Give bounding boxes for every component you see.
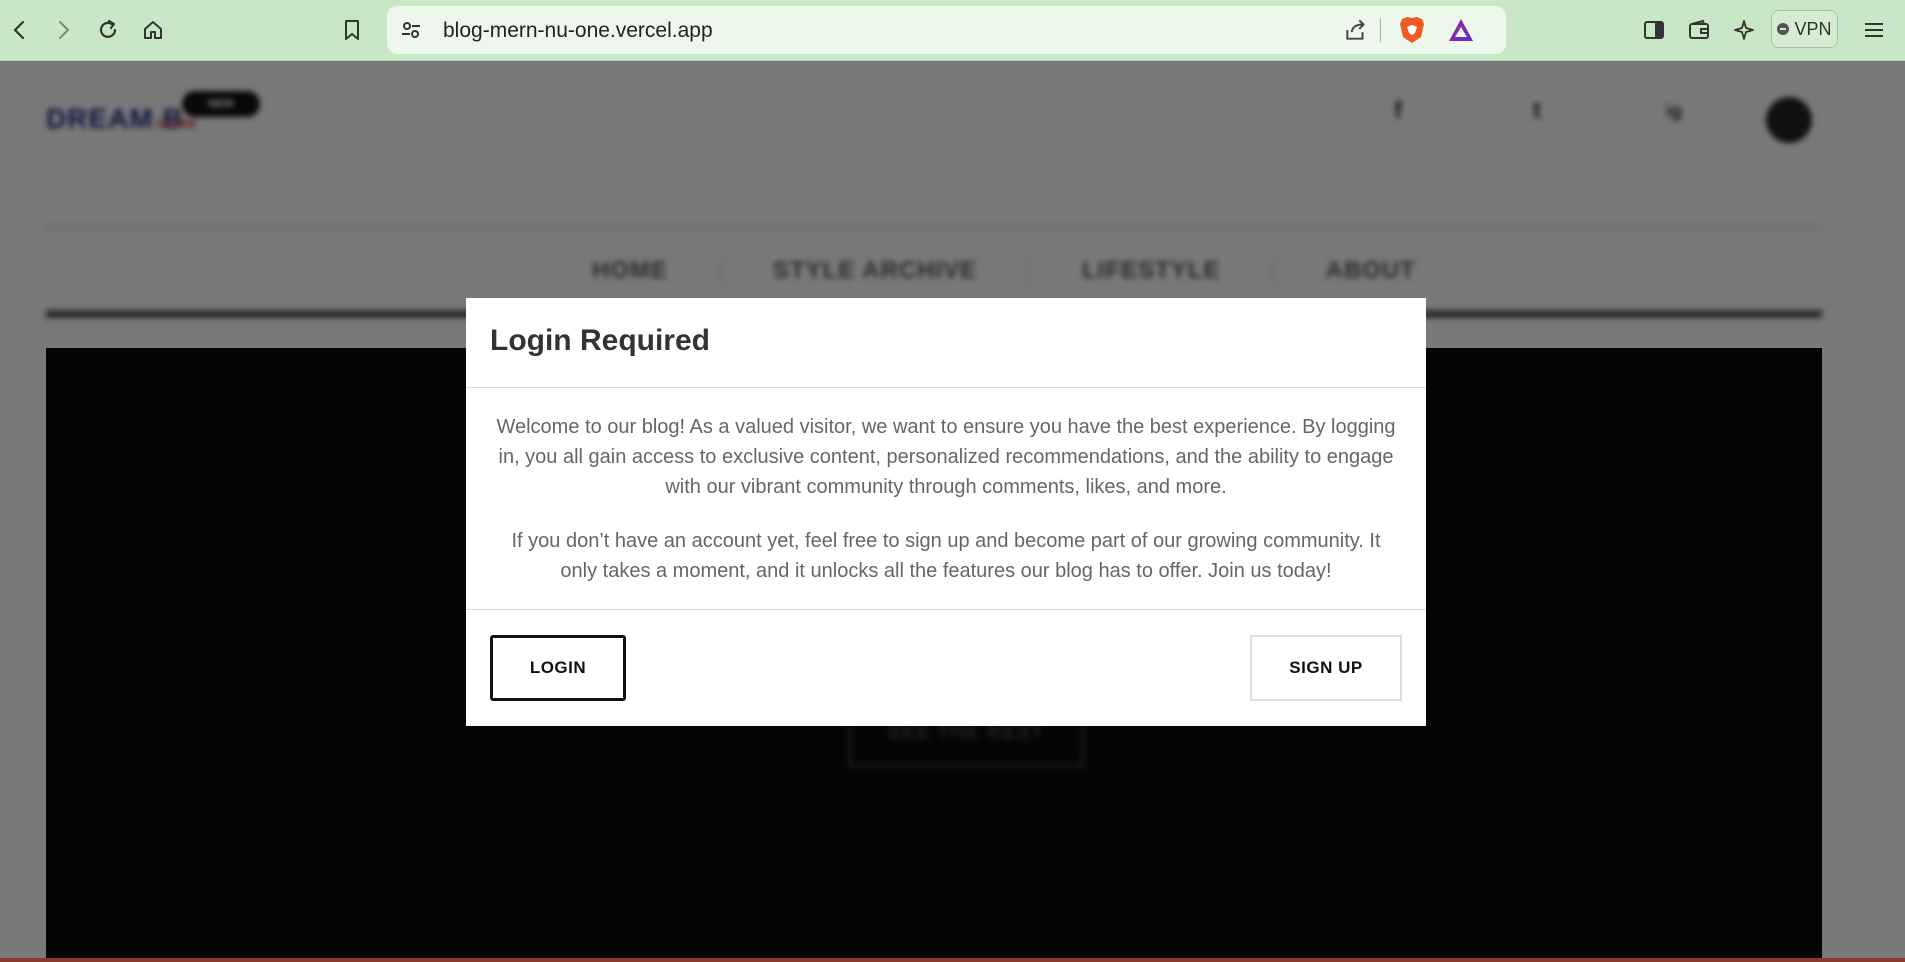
share-icon[interactable]: [1343, 17, 1369, 43]
vpn-button[interactable]: VPN: [1771, 10, 1838, 48]
vpn-status-icon: [1777, 23, 1790, 35]
wallet-icon[interactable]: [1681, 12, 1717, 48]
forward-icon[interactable]: [45, 12, 81, 48]
brave-rewards-icon[interactable]: [1447, 16, 1475, 44]
modal-footer: LOGIN SIGN UP: [466, 610, 1426, 725]
brave-shields-icon[interactable]: [1398, 15, 1426, 45]
reload-icon[interactable]: [90, 12, 126, 48]
sign-up-button[interactable]: SIGN UP: [1250, 635, 1402, 701]
browser-toolbar: blog-mern-nu-one.vercel.app VPN: [0, 0, 1905, 61]
modal-paragraph-welcome: Welcome to our blog! As a valued visitor…: [496, 416, 1396, 498]
address-bar[interactable]: blog-mern-nu-one.vercel.app: [387, 6, 1506, 54]
site-settings-icon[interactable]: [399, 18, 423, 42]
leo-ai-icon[interactable]: [1726, 12, 1762, 48]
back-icon[interactable]: [2, 12, 38, 48]
sidebar-icon[interactable]: [1636, 12, 1672, 48]
modal-body: Welcome to our blog! As a valued visitor…: [466, 388, 1426, 610]
modal-title: Login Required: [490, 324, 710, 357]
login-button[interactable]: LOGIN: [490, 635, 626, 701]
bookmark-icon[interactable]: [334, 12, 370, 48]
url-text[interactable]: blog-mern-nu-one.vercel.app: [443, 19, 713, 43]
login-required-modal: Login Required Welcome to our blog! As a…: [466, 298, 1426, 726]
menu-icon[interactable]: [1856, 12, 1892, 48]
home-icon[interactable]: [135, 12, 171, 48]
modal-header: Login Required: [466, 298, 1426, 388]
page-bottom-edge: [0, 958, 1905, 962]
modal-paragraph-signup: If you don’t have an account yet, feel f…: [511, 530, 1381, 582]
divider: [1380, 18, 1381, 42]
vpn-label: VPN: [1794, 18, 1832, 39]
